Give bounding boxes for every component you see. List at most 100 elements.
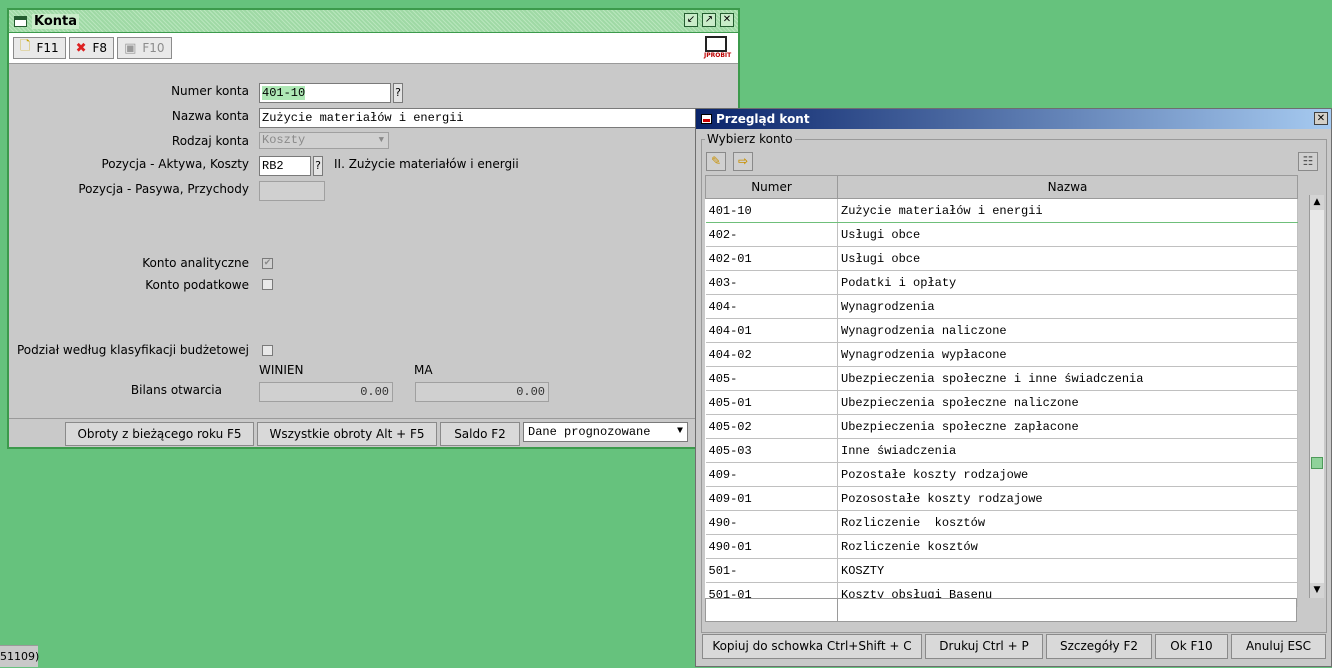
- cell-nazwa[interactable]: Wynagrodzenia: [837, 294, 1298, 319]
- table-row[interactable]: 401-10 Zużycie materiałów i energii: [705, 198, 1298, 223]
- table-row[interactable]: 405-02 Ubezpieczenia społeczne zapłacone: [705, 414, 1298, 439]
- column-header[interactable]: Nazwa: [837, 175, 1298, 199]
- analityczne-label: Konto analityczne: [142, 256, 249, 270]
- cell-numer[interactable]: 403-: [705, 270, 838, 295]
- table-row[interactable]: 405-03 Inne świadczenia: [705, 438, 1298, 463]
- close-icon[interactable]: ✕: [1314, 112, 1328, 125]
- nazwa-field[interactable]: Zużycie materiałów i energii: [259, 108, 707, 128]
- chevron-down-icon: ▼: [378, 135, 384, 145]
- pin-icon[interactable]: ✎: [706, 152, 726, 171]
- numer-field[interactable]: 401-10: [259, 83, 391, 103]
- save-icon: ▣: [124, 40, 137, 56]
- cell-nazwa[interactable]: Usługi obce: [837, 246, 1298, 271]
- szczegoly-button[interactable]: Szczegóły F2: [1046, 634, 1152, 659]
- poz-aktywa-desc: II. Zużycie materiałów i energii: [334, 157, 519, 171]
- table-row[interactable]: 404-01 Wynagrodzenia naliczone: [705, 318, 1298, 343]
- vertical-scrollbar[interactable]: ▲ ▼: [1309, 195, 1324, 598]
- poz-aktywa-help-button[interactable]: ?: [313, 156, 323, 176]
- cell-numer[interactable]: 405-: [705, 366, 838, 391]
- cell-numer[interactable]: 490-: [705, 510, 838, 535]
- konta-title: Konta: [32, 13, 80, 29]
- cell-nazwa[interactable]: Pozostałe koszty rodzajowe: [837, 462, 1298, 487]
- ma-field[interactable]: 0.00: [415, 382, 549, 402]
- poz-pasywa-field[interactable]: [259, 181, 325, 201]
- table-row[interactable]: 404-02 Wynagrodzenia wypłacone: [705, 342, 1298, 367]
- cell-nazwa[interactable]: Ubezpieczenia społeczne i inne świadczen…: [837, 366, 1298, 391]
- cell-numer[interactable]: 402-01: [705, 246, 838, 271]
- new-button[interactable]: 🗋 F11: [13, 37, 66, 59]
- analityczne-checkbox[interactable]: ✔: [262, 258, 273, 269]
- anuluj-button[interactable]: Anuluj ESC: [1231, 634, 1326, 659]
- cell-nazwa[interactable]: Usługi obce: [837, 222, 1298, 247]
- ok-button[interactable]: Ok F10: [1155, 634, 1228, 659]
- table-row[interactable]: 403- Podatki i opłaty: [705, 270, 1298, 295]
- table-row[interactable]: 490-01 Rozliczenie kosztów: [705, 534, 1298, 559]
- dane-combo[interactable]: Dane prognozowane ▼: [523, 422, 688, 442]
- wybierz-label: Wybierz konto: [705, 132, 795, 146]
- nazwa-label: Nazwa konta: [171, 109, 249, 123]
- podzial-checkbox[interactable]: [262, 345, 273, 356]
- delete-icon: ✖: [75, 40, 87, 56]
- cell-nazwa[interactable]: Rozliczenie kosztów: [837, 534, 1298, 559]
- cell-numer[interactable]: 405-01: [705, 390, 838, 415]
- save-button[interactable]: ▣ F10: [117, 37, 172, 59]
- table-row[interactable]: 405-01 Ubezpieczenia społeczne naliczone: [705, 390, 1298, 415]
- scroll-up-icon[interactable]: ▲: [1310, 195, 1324, 210]
- cell-numer[interactable]: 404-02: [705, 342, 838, 367]
- konta-toolbar: 🗋 F11 ✖ F8 ▣ F10 JPROBIT: [9, 33, 738, 64]
- cell-nazwa[interactable]: Ubezpieczenia społeczne zapłacone: [837, 414, 1298, 439]
- cell-numer[interactable]: 405-02: [705, 414, 838, 439]
- cell-numer[interactable]: 401-10: [705, 198, 838, 223]
- rodzaj-select[interactable]: Koszty ▼: [259, 132, 389, 149]
- bilans-label: Bilans otwarcia: [130, 383, 222, 397]
- table-row[interactable]: 409- Pozostałe koszty rodzajowe: [705, 462, 1298, 487]
- cell-numer[interactable]: 501-: [705, 558, 838, 583]
- obroty-button[interactable]: Obroty z bieżącego roku F5: [65, 422, 254, 446]
- columns-icon[interactable]: ☷: [1298, 152, 1318, 171]
- maximize-icon[interactable]: ↗: [702, 13, 716, 27]
- cell-nazwa[interactable]: Ubezpieczenia społeczne naliczone: [837, 390, 1298, 415]
- filter-row[interactable]: [705, 598, 1297, 622]
- poz-aktywa-field[interactable]: RB2: [259, 156, 311, 176]
- cell-nazwa[interactable]: KOSZTY: [837, 558, 1298, 583]
- status-text: 51109): [0, 645, 39, 667]
- cell-numer[interactable]: 490-01: [705, 534, 838, 559]
- cell-nazwa[interactable]: Zużycie materiałów i energii: [837, 198, 1298, 223]
- cell-nazwa[interactable]: Pozosostałe koszty rodzajowe: [837, 486, 1298, 511]
- winien-field[interactable]: 0.00: [259, 382, 393, 402]
- cell-nazwa[interactable]: Podatki i opłaty: [837, 270, 1298, 295]
- cell-nazwa[interactable]: Inne świadczenia: [837, 438, 1298, 463]
- drukuj-button[interactable]: Drukuj Ctrl + P: [925, 634, 1043, 659]
- cell-numer[interactable]: 402-: [705, 222, 838, 247]
- arrow-right-icon[interactable]: ⇨: [733, 152, 753, 171]
- table-row[interactable]: 501- KOSZTY: [705, 558, 1298, 583]
- cell-numer[interactable]: 404-: [705, 294, 838, 319]
- cell-numer[interactable]: 409-: [705, 462, 838, 487]
- close-icon[interactable]: ✕: [720, 13, 734, 27]
- konta-titlebar[interactable]: Konta ↙ ↗ ✕: [9, 10, 738, 33]
- table-row[interactable]: 409-01 Pozosostałe koszty rodzajowe: [705, 486, 1298, 511]
- wszystkie-obroty-button[interactable]: Wszystkie obroty Alt + F5: [257, 422, 437, 446]
- cell-nazwa[interactable]: Rozliczenie kosztów: [837, 510, 1298, 535]
- table-row[interactable]: 490- Rozliczenie kosztów: [705, 510, 1298, 535]
- przeglad-titlebar[interactable]: Przegląd kont ✕: [696, 109, 1331, 129]
- table-row[interactable]: 402-01 Usługi obce: [705, 246, 1298, 271]
- cell-numer[interactable]: 404-01: [705, 318, 838, 343]
- scroll-thumb[interactable]: [1311, 457, 1323, 469]
- logo-text: JPROBIT: [704, 52, 732, 59]
- scroll-down-icon[interactable]: ▼: [1310, 583, 1324, 598]
- numer-help-button[interactable]: ?: [393, 83, 403, 103]
- delete-button[interactable]: ✖ F8: [68, 37, 115, 59]
- table-row[interactable]: 404- Wynagrodzenia: [705, 294, 1298, 319]
- cell-numer[interactable]: 405-03: [705, 438, 838, 463]
- minimize-icon[interactable]: ↙: [684, 13, 698, 27]
- column-header[interactable]: Numer: [705, 175, 838, 199]
- cell-nazwa[interactable]: Wynagrodzenia wypłacone: [837, 342, 1298, 367]
- table-row[interactable]: 405- Ubezpieczenia społeczne i inne świad…: [705, 366, 1298, 391]
- podatkowe-checkbox[interactable]: [262, 279, 273, 290]
- cell-nazwa[interactable]: Wynagrodzenia naliczone: [837, 318, 1298, 343]
- table-row[interactable]: 402- Usługi obce: [705, 222, 1298, 247]
- saldo-button[interactable]: Saldo F2: [440, 422, 520, 446]
- cell-numer[interactable]: 409-01: [705, 486, 838, 511]
- kopiuj-button[interactable]: Kopiuj do schowka Ctrl+Shift + C: [702, 634, 922, 659]
